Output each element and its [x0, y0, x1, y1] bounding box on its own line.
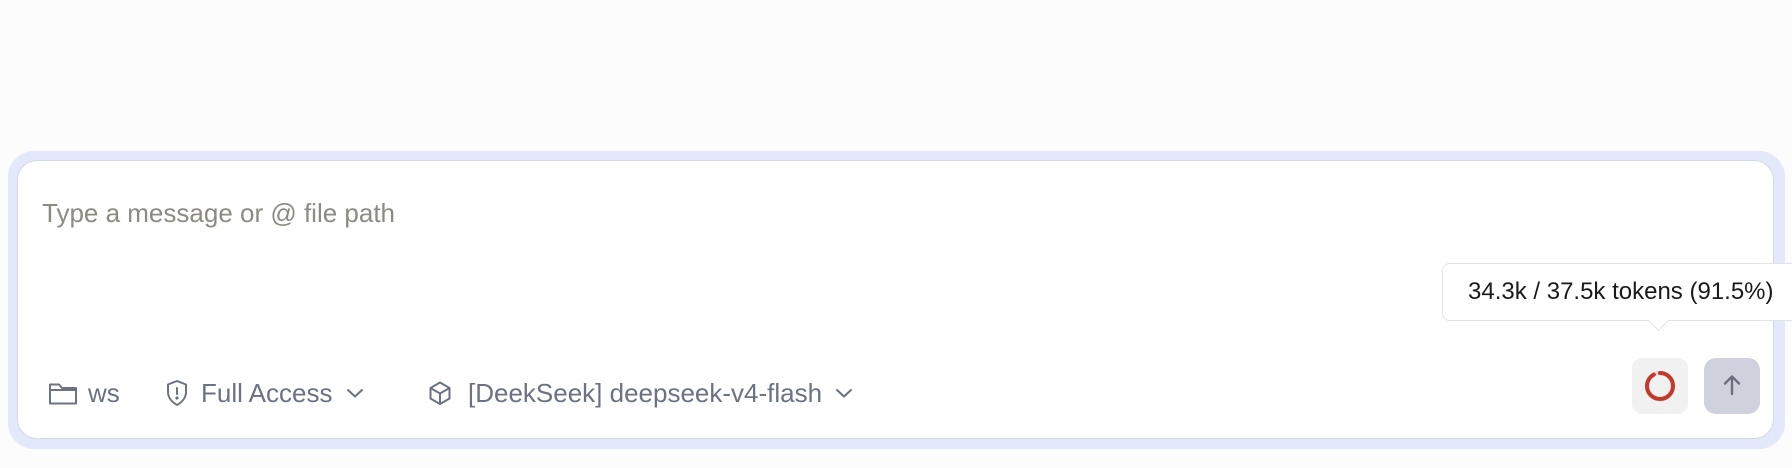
workspace-label: ws	[88, 377, 120, 408]
chevron-down-icon	[345, 387, 365, 399]
send-button[interactable]	[1704, 358, 1760, 414]
page: ws Full Access	[0, 0, 1792, 468]
model-selector-dropdown[interactable]: [DeekSeek] deepseek-v4-flash	[427, 371, 854, 415]
folder-icon	[48, 380, 78, 406]
chevron-down-icon	[834, 387, 854, 399]
access-mode-label: Full Access	[201, 377, 333, 408]
context-ring-icon	[1645, 371, 1675, 401]
context-usage-button[interactable]	[1632, 358, 1688, 414]
access-mode-dropdown[interactable]: Full Access	[165, 371, 365, 415]
workspace-selector[interactable]: ws	[48, 371, 120, 415]
cube-icon	[427, 380, 453, 406]
model-label: [DeekSeek] deepseek-v4-flash	[468, 377, 823, 408]
token-usage-tooltip: 34.3k / 37.5k tokens (91.5%)	[1442, 263, 1792, 321]
shield-alert-icon	[165, 379, 189, 407]
message-input[interactable]	[42, 193, 1442, 233]
arrow-up-icon	[1719, 372, 1745, 401]
